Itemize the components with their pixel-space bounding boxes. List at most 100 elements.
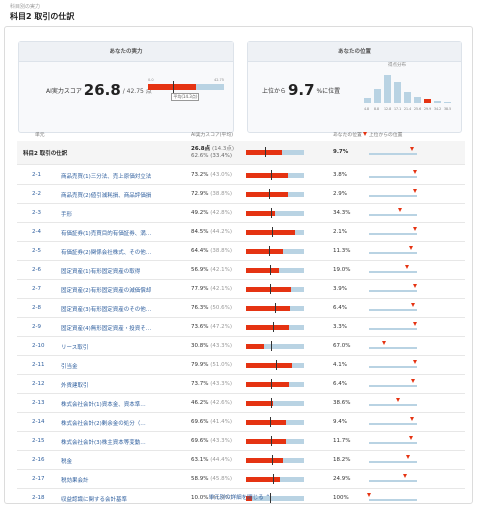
collapse-details-link[interactable]: 単元別の詳細を閉じる ⌃: [5, 493, 474, 501]
unit-score-avg: (51.0%): [210, 362, 232, 368]
collapse-details-label[interactable]: 単元別の詳細を閉じる: [209, 495, 264, 501]
unit-score-bar: [246, 208, 304, 218]
unit-row[interactable]: 2-3 手形 49.2% (42.8%) 34.3%: [17, 204, 465, 223]
unit-code[interactable]: 2-2: [32, 191, 41, 197]
histogram-bar: [444, 101, 451, 103]
unit-code[interactable]: 2-1: [32, 172, 41, 178]
unit-name-link[interactable]: 株式会社会計(2)剰余金の処分（…: [61, 419, 201, 427]
unit-code[interactable]: 2-17: [32, 476, 44, 482]
unit-code[interactable]: 2-14: [32, 419, 44, 425]
score-gauge-fill: [148, 84, 196, 90]
unit-score-bar-avg: [275, 303, 277, 313]
unit-code[interactable]: 2-13: [32, 400, 44, 406]
unit-name-link[interactable]: 手形: [61, 210, 201, 218]
unit-code[interactable]: 2-6: [32, 267, 41, 273]
unit-name-link[interactable]: 有価証券(1)売買目的有価証券、満…: [61, 229, 201, 237]
unit-score-avg: (42.1%): [210, 267, 232, 273]
unit-score: 58.9% (45.8%): [191, 476, 232, 482]
unit-score: 72.9% (38.8%): [191, 191, 232, 197]
breadcrumb[interactable]: 科目別の実力: [10, 3, 40, 10]
unit-code[interactable]: 2-8: [32, 305, 41, 311]
unit-score-bar-avg: [271, 436, 273, 446]
unit-position: 19.0%: [333, 267, 351, 273]
unit-name-link[interactable]: 有価証券(2)関係会社株式、その他…: [61, 248, 201, 256]
unit-row[interactable]: 2-16 税金 63.1% (44.4%) 18.2%: [17, 451, 465, 470]
unit-row[interactable]: 2-4 有価証券(1)売買目的有価証券、満… 84.5% (44.2%) 2.1%: [17, 223, 465, 242]
unit-score: 46.2% (42.6%): [191, 400, 232, 406]
unit-score: 73.7% (43.3%): [191, 381, 232, 387]
unit-score-bar-fill: [246, 477, 281, 482]
unit-name-link[interactable]: 固定資産(2)有形固定資産の減価償却: [61, 286, 201, 294]
unit-row[interactable]: 2-1 商品売買(1)三分法、売上原価対立法 73.2% (43.0%) 3.8%: [17, 166, 465, 185]
unit-row[interactable]: 2-5 有価証券(2)関係会社株式、その他… 64.4% (38.8%) 11.3%: [17, 242, 465, 261]
unit-score-value: 69.6%: [191, 438, 209, 444]
unit-row[interactable]: 2-9 固定資産(4)無形固定資産・投資そ… 73.6% (47.2%) 3.3%: [17, 318, 465, 337]
unit-row[interactable]: 2-8 固定資産(3)有形固定資産のその他… 76.3% (50.6%) 6.4%: [17, 299, 465, 318]
unit-row[interactable]: 2-14 株式会社会計(2)剰余金の処分（… 69.6% (41.4%) 9.4%: [17, 413, 465, 432]
unit-position: 6.4%: [333, 381, 347, 387]
unit-position: 11.7%: [333, 438, 351, 444]
unit-row[interactable]: 2-11 引当金 79.9% (51.0%) 4.1%: [17, 356, 465, 375]
unit-rank-marker-icon: [411, 303, 416, 307]
unit-code[interactable]: 2-12: [32, 381, 44, 387]
unit-score-bar: [246, 322, 304, 332]
unit-rank-track: [369, 246, 417, 254]
unit-code[interactable]: 2-3: [32, 210, 41, 216]
unit-name-link[interactable]: 株式会社会計(3)株主資本等変動…: [61, 438, 201, 446]
unit-name-link[interactable]: 固定資産(1)有形固定資産の取得: [61, 267, 201, 275]
unit-name-link[interactable]: 商品売買(2)値引減耗損、商品評価損: [61, 191, 201, 199]
unit-score-avg: (42.8%): [210, 210, 232, 216]
unit-name-link[interactable]: 外貨建取引: [61, 381, 201, 389]
unit-score-bar: [246, 170, 304, 180]
unit-row[interactable]: 2-7 固定資産(2)有形固定資産の減価償却 77.9% (42.1%) 3.9%: [17, 280, 465, 299]
total-row-position: 9.7%: [333, 149, 349, 155]
position-card: あなたの位置 上位から 9.7 %に位置 得点分布 4.8 8.8 12.8 17.1…: [247, 41, 462, 133]
unit-code[interactable]: 2-16: [32, 457, 44, 463]
histogram-bar: [424, 98, 431, 103]
unit-name-link[interactable]: 固定資産(3)有形固定資産のその他…: [61, 305, 201, 313]
unit-code[interactable]: 2-11: [32, 362, 44, 368]
unit-code[interactable]: 2-15: [32, 438, 44, 444]
unit-rank-marker-icon: [412, 170, 417, 174]
unit-rank-marker-icon: [395, 398, 400, 402]
unit-rank-marker-icon: [413, 189, 418, 193]
unit-score-bar-fill: [246, 344, 264, 349]
unit-position: 3.8%: [333, 172, 347, 178]
col-header-score-label: AI実力スコア: [191, 133, 220, 138]
unit-score-value: 69.6%: [191, 419, 209, 425]
unit-row[interactable]: 2-17 税効果会計 58.9% (45.8%) 24.9%: [17, 470, 465, 489]
unit-name-link[interactable]: 税効果会計: [61, 476, 201, 484]
unit-code[interactable]: 2-5: [32, 248, 41, 254]
unit-name-link[interactable]: 固定資産(4)無形固定資産・投資そ…: [61, 324, 201, 332]
unit-score-avg: (50.6%): [210, 305, 232, 311]
unit-position: 9.4%: [333, 419, 347, 425]
unit-row[interactable]: 2-13 株式会社会計(1)資本金、資本準… 46.2% (42.6%) 38.6%: [17, 394, 465, 413]
unit-name-link[interactable]: 株式会社会計(1)資本金、資本準…: [61, 400, 201, 408]
col-header-score: AI実力スコア(平均): [191, 131, 233, 138]
gauge-min-label: 0.0: [148, 78, 154, 82]
unit-score-bar-avg: [273, 322, 275, 332]
unit-row[interactable]: 2-12 外貨建取引 73.7% (43.3%) 6.4%: [17, 375, 465, 394]
unit-code[interactable]: 2-7: [32, 286, 41, 292]
unit-code[interactable]: 2-10: [32, 343, 44, 349]
rank-value: 9.7: [287, 81, 315, 99]
unit-name-link[interactable]: リース取引: [61, 343, 201, 351]
unit-code[interactable]: 2-9: [32, 324, 41, 330]
unit-row[interactable]: 2-10 リース取引 30.8% (43.3%) 67.0%: [17, 337, 465, 356]
unit-code[interactable]: 2-4: [32, 229, 41, 235]
unit-row[interactable]: 2-15 株式会社会計(3)株主資本等変動… 69.6% (43.3%) 11.7%: [17, 432, 465, 451]
unit-rank-marker-icon: [405, 265, 410, 269]
unit-name-link[interactable]: 商品売買(1)三分法、売上原価対立法: [61, 172, 201, 180]
unit-row[interactable]: 2-6 固定資産(1)有形固定資産の取得 56.9% (42.1%) 19.0%: [17, 261, 465, 280]
unit-score-avg: (43.0%): [210, 172, 232, 178]
chevron-up-icon[interactable]: ⌃: [265, 494, 270, 501]
score-gauge-track: [148, 81, 224, 93]
unit-score-value: 77.9%: [191, 286, 209, 292]
unit-row[interactable]: 2-2 商品売買(2)値引減耗損、商品評価損 72.9% (38.8%) 2.9%: [17, 185, 465, 204]
unit-name-link[interactable]: 引当金: [61, 362, 201, 370]
total-score-points: 26.8点: [191, 146, 211, 152]
unit-score-avg: (38.8%): [210, 191, 232, 197]
unit-name-link[interactable]: 税金: [61, 457, 201, 465]
unit-score-bar: [246, 436, 304, 446]
unit-score-bar-avg: [271, 455, 273, 465]
